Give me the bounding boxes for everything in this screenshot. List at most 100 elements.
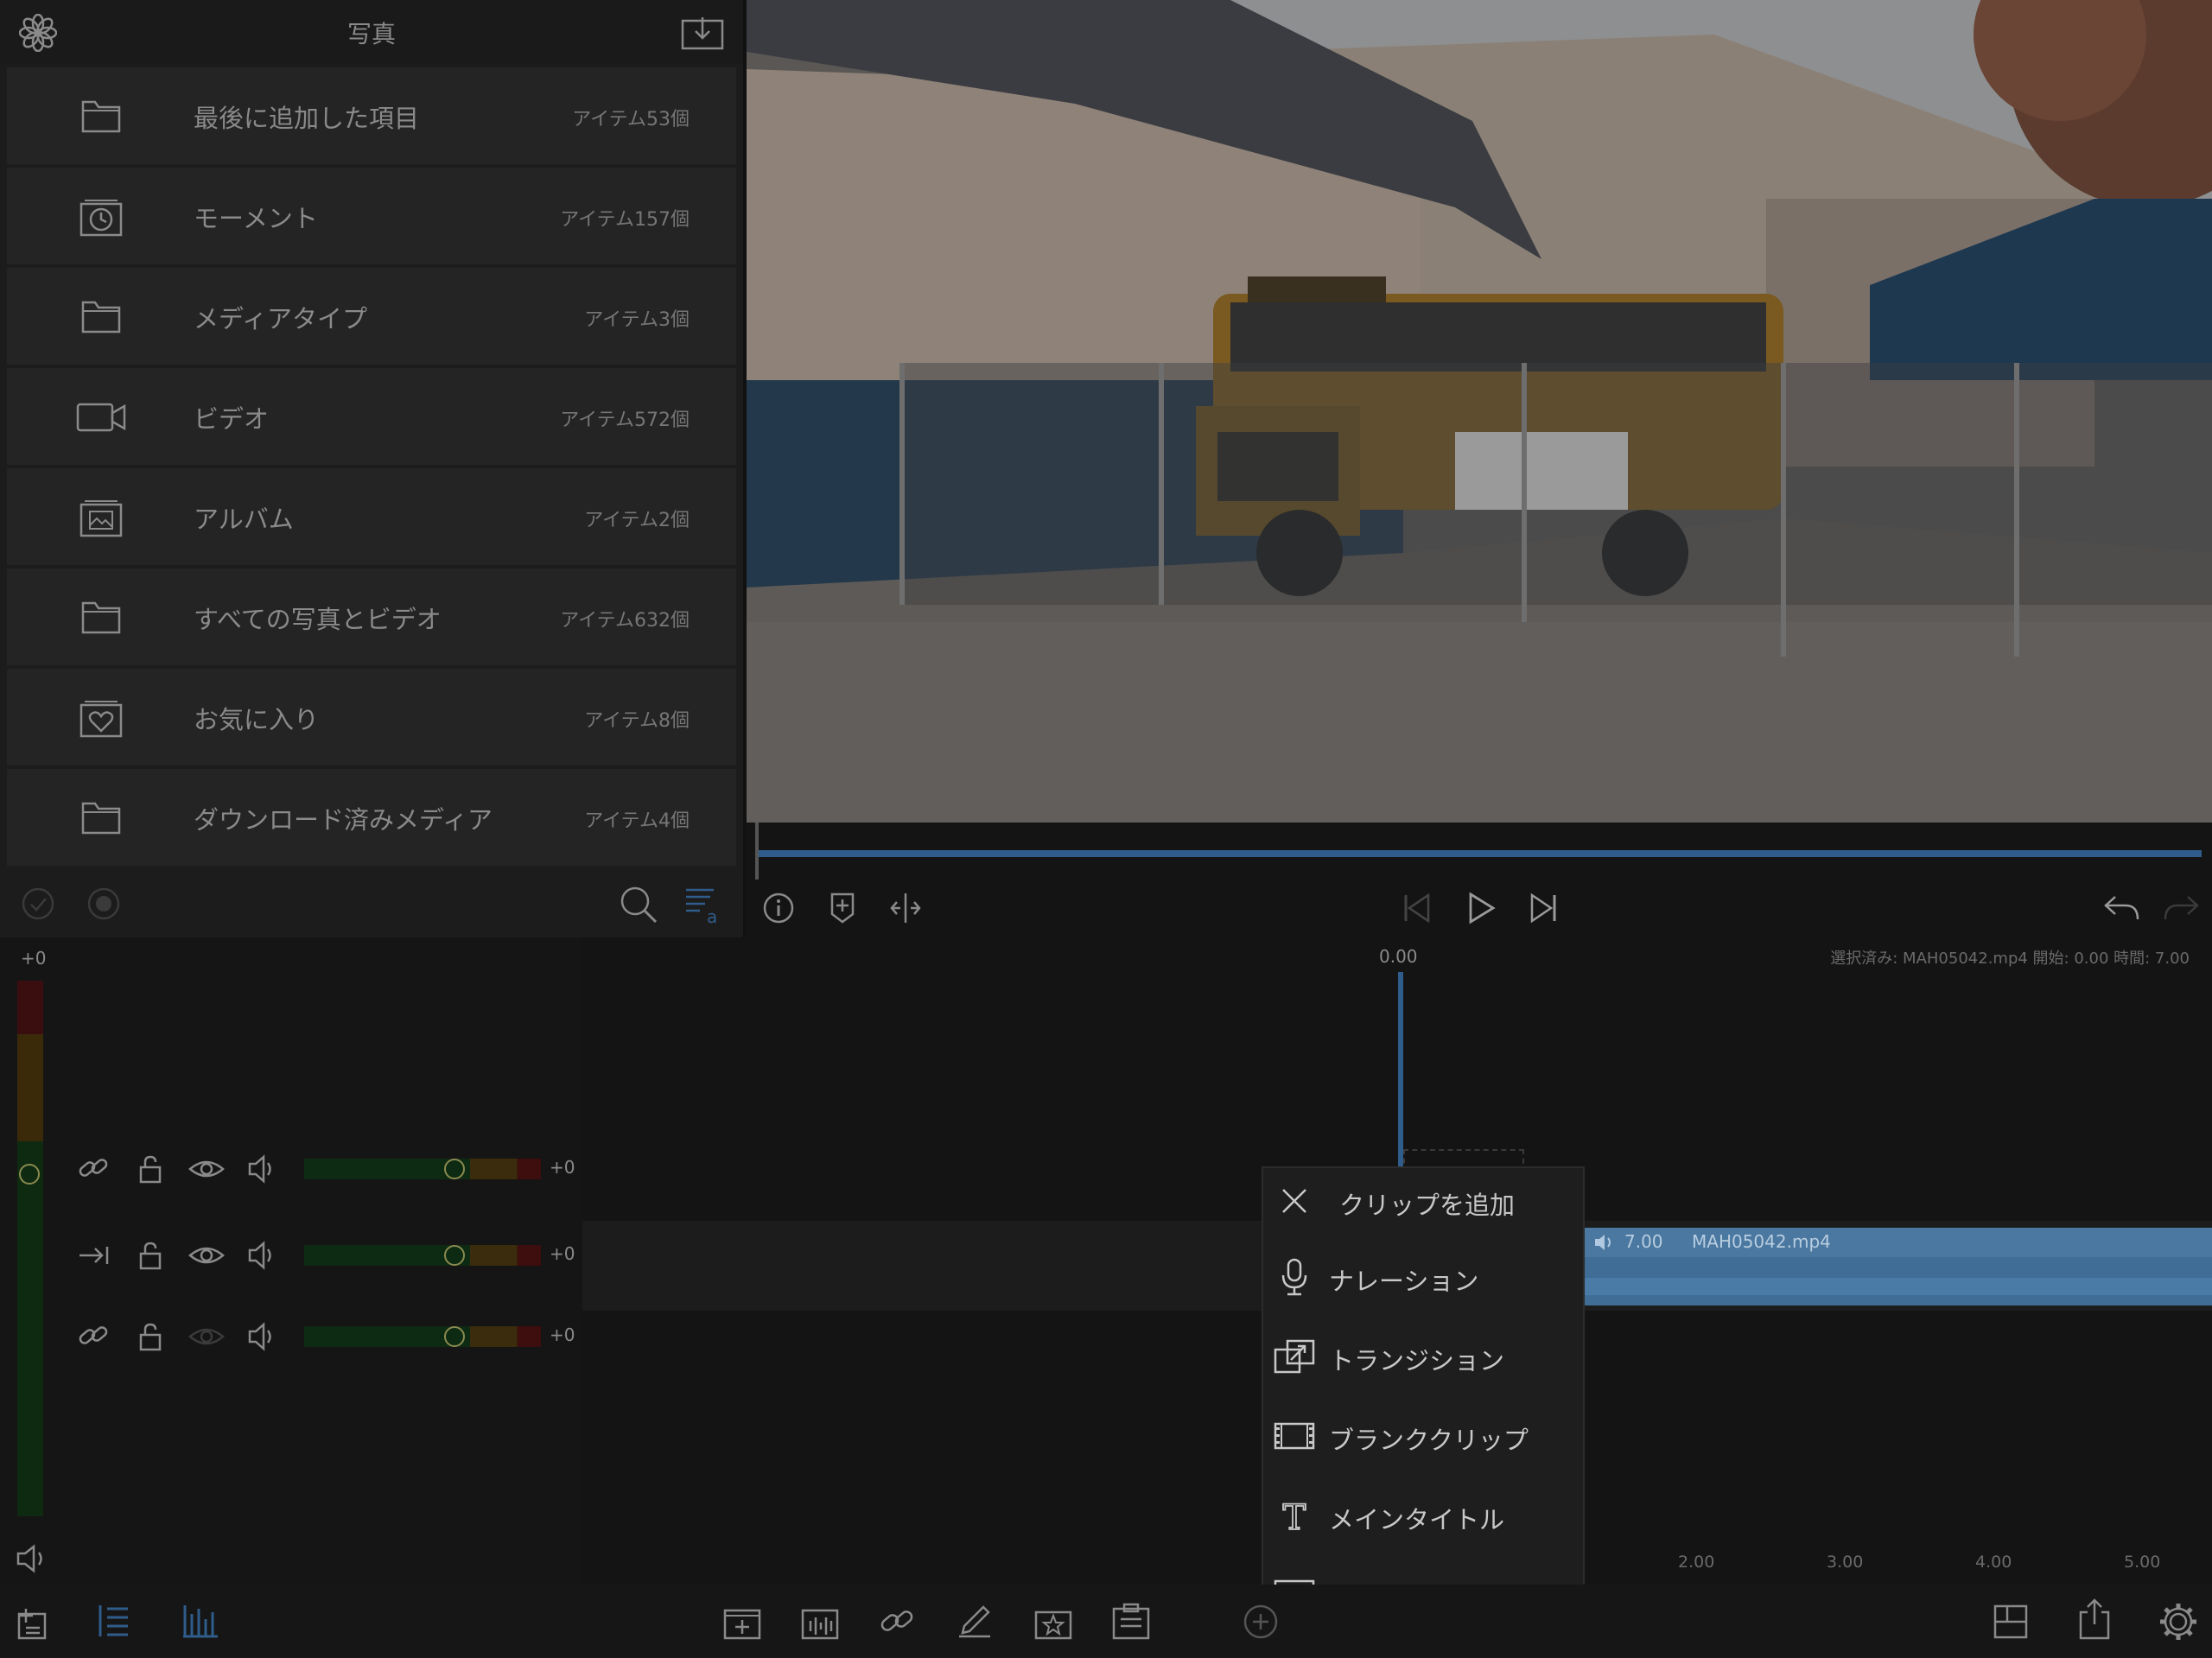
track-volume-knob[interactable] (444, 1245, 465, 1266)
folder-icon (74, 93, 128, 138)
library-item-label: ダウンロード済みメディア (194, 805, 493, 835)
transition-icon (1274, 1336, 1315, 1377)
record-icon[interactable] (86, 886, 121, 921)
clock-icon (74, 194, 128, 238)
add-circle-icon[interactable] (1243, 1604, 1279, 1640)
add-clip-menu: クリップを追加 ナレーショントランジションブランククリップTメインタイトルTオー… (1262, 1166, 1585, 1624)
insert-clip-icon[interactable] (722, 1604, 762, 1640)
selection-info: 選択済み: MAH05042.mp4 開始: 0.00 時間: 7.00 (1830, 950, 2190, 968)
volume-icon[interactable] (247, 1240, 280, 1271)
eye-icon[interactable] (188, 1321, 225, 1352)
master-level-knob[interactable] (19, 1164, 40, 1185)
audio-levels-icon[interactable] (181, 1602, 219, 1640)
library-item[interactable]: すべての写真とビデオ アイテム632個 (7, 569, 736, 665)
add-clip-menu-item-label: メインタイトル (1329, 1505, 1505, 1534)
add-clip-menu-item-label: トランジション (1329, 1346, 1505, 1375)
ruler-tick: 4.00 (1975, 1553, 2012, 1572)
link-icon[interactable] (76, 1153, 111, 1185)
add-clip-menu-item[interactable]: ブランククリップ (1263, 1396, 1583, 1474)
track-level-label: +0 (550, 1157, 575, 1178)
add-clip-menu-item[interactable]: トランジション (1263, 1317, 1583, 1394)
folder-icon (74, 294, 128, 339)
library-item[interactable]: アルバム アイテム2個 (7, 468, 736, 565)
library-item[interactable]: メディアタイプ アイテム3個 (7, 268, 736, 365)
play-icon[interactable] (1465, 892, 1497, 924)
add-media-icon[interactable] (16, 1602, 50, 1640)
library-item-count: アイテム53個 (572, 109, 690, 130)
svg-text:T: T (1283, 1498, 1306, 1536)
favorite-clip-icon[interactable] (1033, 1604, 1073, 1640)
track-volume-knob[interactable] (444, 1159, 465, 1179)
volume-icon[interactable] (247, 1153, 280, 1185)
skip-forward-icon[interactable] (1528, 892, 1559, 924)
settings-icon[interactable] (2158, 1602, 2198, 1642)
arrow-right-icon[interactable] (76, 1240, 111, 1271)
lock-icon[interactable] (135, 1321, 166, 1352)
search-icon[interactable] (619, 885, 658, 924)
marker-icon[interactable] (828, 892, 857, 924)
close-icon[interactable] (1279, 1185, 1310, 1217)
share-icon[interactable] (2077, 1598, 2112, 1640)
library-item-count: アイテム4個 (584, 810, 690, 832)
library-item[interactable]: モーメント アイテム157個 (7, 168, 736, 264)
import-icon[interactable] (681, 16, 724, 50)
photo-album-icon (74, 494, 128, 539)
add-clip-menu-title: クリップを追加 (1339, 1191, 1516, 1220)
media-library-panel: 写真 最後に追加した項目 アイテム53個 モーメント アイテム157個 メディアタイプア… (0, 0, 743, 937)
track-level-label: +0 (550, 1243, 575, 1264)
bottom-toolbar (0, 1585, 2212, 1658)
library-item-count: アイテム2個 (584, 510, 690, 531)
video-preview[interactable] (747, 0, 2212, 823)
speaker-icon[interactable] (16, 1542, 50, 1575)
add-clip-menu-item[interactable]: T メインタイトル (1263, 1476, 1583, 1553)
library-item[interactable]: 最後に追加した項目 アイテム53個 (7, 67, 736, 164)
ruler-tick: 5.00 (2124, 1553, 2161, 1572)
library-item[interactable]: お気に入り アイテム8個 (7, 669, 736, 765)
library-item-count: アイテム632個 (560, 610, 690, 632)
library-item[interactable]: ビデオ アイテム572個 (7, 368, 736, 465)
redo-icon[interactable] (2164, 893, 2200, 923)
pencil-icon[interactable] (956, 1604, 994, 1640)
audio-mixer-panel: +0 +0 +0 +0 (0, 937, 582, 1585)
clipboard-icon[interactable] (1111, 1602, 1151, 1640)
library-item-label: すべての写真とビデオ (194, 605, 442, 634)
link-icon[interactable] (76, 1321, 111, 1352)
info-icon[interactable] (762, 892, 795, 924)
svg-text:a: a (707, 906, 717, 924)
add-clip-menu-item-label: ブランククリップ (1329, 1426, 1529, 1455)
track-volume-slider[interactable] (304, 1159, 541, 1179)
link-icon[interactable] (878, 1604, 916, 1640)
library-item-count: アイテム157個 (560, 209, 690, 231)
eye-icon[interactable] (188, 1153, 225, 1185)
track-volume-knob[interactable] (444, 1326, 465, 1347)
ruler-tick: 3.00 (1827, 1553, 1864, 1572)
video-camera-icon (74, 394, 128, 439)
clip-header (1585, 1228, 2212, 1257)
add-clip-menu-item[interactable]: ナレーション (1263, 1237, 1583, 1315)
track-volume-slider[interactable] (304, 1326, 541, 1347)
lock-icon[interactable] (135, 1153, 166, 1185)
eye-icon[interactable] (188, 1240, 225, 1271)
sort-icon[interactable]: a (684, 885, 724, 924)
master-level-label: +0 (21, 948, 47, 969)
heart-icon (74, 695, 128, 740)
skip-back-icon[interactable] (1402, 892, 1433, 924)
library-item-label: モーメント (194, 204, 318, 233)
layout-icon[interactable] (1993, 1604, 2029, 1640)
lock-icon[interactable] (135, 1240, 166, 1271)
library-item-label: 最後に追加した項目 (194, 104, 420, 133)
title-text-icon: T (1274, 1495, 1315, 1536)
undo-icon[interactable] (2103, 893, 2139, 923)
track-list-icon[interactable] (97, 1602, 131, 1640)
library-item[interactable]: ダウンロード済みメディア アイテム4個 (7, 769, 736, 866)
split-icon[interactable] (888, 892, 923, 924)
scrubber-handle[interactable] (755, 823, 759, 880)
scrubber-track[interactable] (759, 850, 2202, 857)
master-level-meter[interactable] (17, 981, 43, 1516)
audio-clip-icon[interactable] (800, 1604, 840, 1640)
video-clip[interactable]: 7.00 MAH05042.mp4 (1585, 1228, 2212, 1305)
volume-icon[interactable] (247, 1321, 280, 1352)
select-check-icon[interactable] (21, 886, 55, 921)
track-volume-slider[interactable] (304, 1245, 541, 1266)
library-item-label: ビデオ (194, 404, 270, 434)
